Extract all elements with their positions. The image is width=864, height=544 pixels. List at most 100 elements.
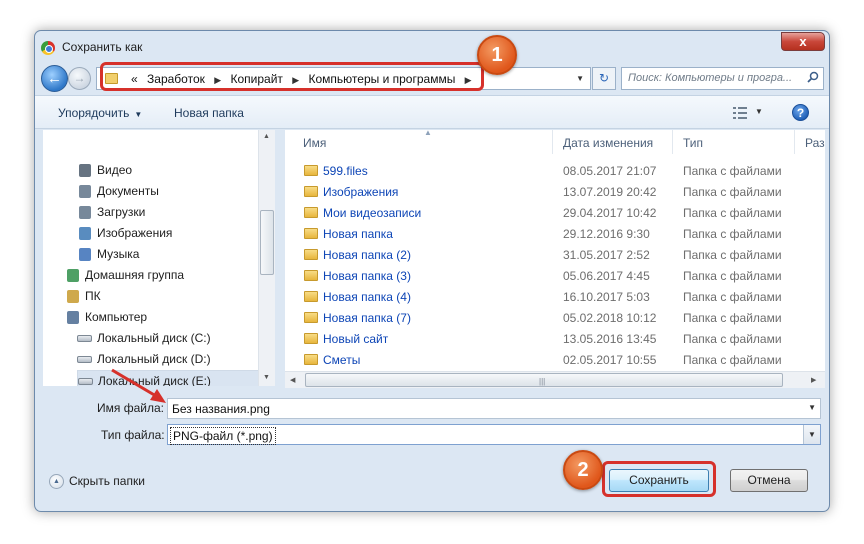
scroll-up-icon[interactable]: ▲ [263,133,270,140]
computer-icon [67,311,79,324]
column-label: Имя [303,136,327,150]
file-name: Новая папка [323,227,393,241]
sidebar-item-label: Компьютер [85,310,148,324]
hide-folders-label: Скрыть папки [69,474,145,488]
folder-icon [304,354,318,365]
file-date: 29.04.2017 10:42 [563,206,657,220]
table-row[interactable]: Новая папка (3) 05.06.2017 4:45 Папка с фа… [285,265,825,286]
filetype-value: PNG-файл (*.png) [170,427,276,445]
table-row[interactable]: Новая папка 29.12.2016 9:30 Папка с файлам… [285,223,825,244]
filetype-label: Тип файла: [101,428,165,442]
sidebar-item-label: Локальный диск (D:) [97,352,211,366]
table-row[interactable]: 599.files 08.05.2017 21:07 Папка с файлами [285,160,825,181]
file-list: Имя ▲ Дата изменения Тип Разм 599.files 0… [285,130,825,371]
address-dropdown-icon[interactable]: ▼ [576,74,584,83]
file-type: Папка с файлами [683,290,782,304]
new-folder-button[interactable]: Новая папка [174,106,244,120]
file-name: Новая папка (3) [323,269,411,283]
file-name: Изображения [323,185,399,199]
filename-input[interactable]: Без названия.png ▼ [167,398,821,419]
file-type: Папка с файлами [683,269,782,283]
view-dropdown-icon[interactable]: ▼ [755,107,763,116]
column-label: Разм [805,136,825,150]
file-type: Папка с файлами [683,353,782,367]
file-date: 02.05.2017 10:55 [563,353,657,367]
downloads-icon [79,206,91,219]
folder-icon [304,312,318,323]
sidebar-item-label: ПК [85,289,101,303]
save-highlight-frame [602,461,716,497]
file-type: Папка с файлами [683,206,782,220]
table-row[interactable]: Мои видеозаписи 29.04.2017 10:42 Папка с ф… [285,202,825,223]
horizontal-scroll-thumb[interactable]: ||| [305,373,783,387]
sidebar-scrollbar[interactable]: ▲ ▼ [258,130,275,386]
column-header-date[interactable]: Дата изменения [553,130,673,154]
documents-library-icon [79,185,91,198]
scroll-left-icon[interactable]: ◀ [290,376,295,384]
chevron-up-icon: ▲ [49,474,64,490]
refresh-button[interactable]: ↻ [592,67,616,90]
homegroup-icon [67,269,79,282]
column-header-size[interactable]: Разм [795,130,825,154]
table-row[interactable]: Новый сайт 13.05.2016 13:45 Папка с файлам… [285,328,825,349]
file-type: Папка с файлами [683,332,782,346]
drive-icon [78,378,93,385]
file-list-horizontal-scrollbar[interactable]: ◀ ||| ▶ [285,371,825,388]
column-header-name[interactable]: Имя ▲ [285,130,553,154]
filetype-dropdown-icon[interactable]: ▼ [803,425,820,444]
file-type: Папка с файлами [683,311,782,325]
sidebar-scroll-thumb[interactable] [260,210,274,275]
callout-badge-1: 1 [477,35,517,75]
table-row[interactable]: Изображения 13.07.2019 20:42 Папка с файла… [285,181,825,202]
file-type: Папка с файлами [683,185,782,199]
scroll-right-icon[interactable]: ▶ [811,376,816,384]
callout-badge-2: 2 [563,450,603,490]
file-type: Папка с файлами [683,248,782,262]
cancel-button[interactable]: Отмена [730,469,808,492]
file-type: Папка с файлами [683,227,782,241]
forward-button[interactable]: → [68,67,91,90]
scroll-down-icon[interactable]: ▼ [263,374,270,381]
search-box[interactable]: Поиск: Компьютеры и програ... [621,67,824,90]
file-name: Мои видеозаписи [323,206,422,220]
organize-button[interactable]: Упорядочить ▼ [58,106,142,120]
sort-ascending-icon: ▲ [424,130,432,137]
organize-label: Упорядочить [58,106,130,120]
grip-icon: ||| [539,377,546,386]
file-date: 05.02.2018 10:12 [563,311,657,325]
search-icon[interactable] [807,71,819,83]
table-row[interactable]: Новая папка (2) 31.05.2017 2:52 Папка с фа… [285,244,825,265]
sidebar-item[interactable]: Локальный диск (E:) [77,370,265,386]
file-date: 05.06.2017 4:45 [563,269,650,283]
folder-icon [304,333,318,344]
filetype-select[interactable]: PNG-файл (*.png) ▼ [167,424,821,445]
table-row[interactable]: Новая папка (4) 16.10.2017 5:03 Папка с фа… [285,286,825,307]
sidebar-item-label: Изображения [97,226,173,240]
filename-dropdown-icon[interactable]: ▼ [808,403,816,412]
file-name: Новая папка (4) [323,290,411,304]
filename-value: Без названия.png [172,402,270,416]
address-highlight-frame [100,62,484,91]
file-date: 13.05.2016 13:45 [563,332,657,346]
back-button[interactable]: ← [41,65,68,92]
view-options-icon[interactable] [732,106,748,120]
navigation-pane: Видео Документы Загрузки Изображения Музыка Д… [43,130,266,386]
file-name: Новая папка (7) [323,311,411,325]
music-library-icon [79,248,91,261]
close-button[interactable]: x [781,32,825,51]
file-date: 13.07.2019 20:42 [563,185,657,199]
file-name: Сметы [323,353,361,367]
column-header-type[interactable]: Тип [673,130,795,154]
command-bar: Упорядочить ▼ Новая папка ▼ ? [35,95,829,129]
hide-folders-button[interactable]: ▲ Скрыть папки [49,474,145,490]
folder-icon [304,270,318,281]
drive-icon [77,356,92,363]
file-date: 31.05.2017 2:52 [563,248,650,262]
table-row[interactable]: Новая папка (7) 05.02.2018 10:12 Папка с ф… [285,307,825,328]
sidebar-item-label: Домашняя группа [85,268,185,282]
title-bar: Сохранить как x [35,31,829,63]
table-row[interactable]: Сметы 02.05.2017 10:55 Папка с файлами [285,349,825,370]
help-icon[interactable]: ? [792,104,809,121]
file-name: Новая папка (2) [323,248,411,262]
search-input[interactable]: Поиск: Компьютеры и програ... [628,72,800,84]
